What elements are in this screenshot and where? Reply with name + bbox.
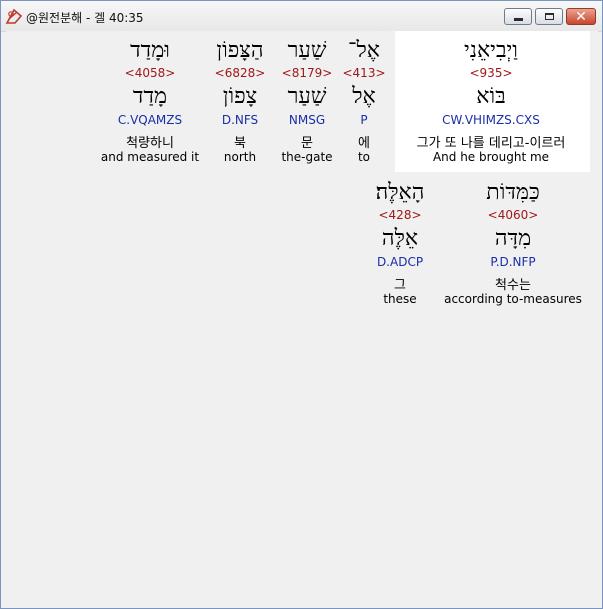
app-window: @원전분해 - 겔 40:35 ✕ וַיְבִיאֵנִי <935> בּו… xyxy=(0,0,603,609)
hebrew-lemma: מָדַד xyxy=(132,84,168,109)
hebrew-lemma: אֶל xyxy=(352,84,376,109)
hebrew-word: וּמָדַד xyxy=(130,38,170,63)
hebrew-lemma: אֵלֶּה xyxy=(381,226,419,251)
korean-translation: 문 xyxy=(301,136,313,151)
hebrew-lemma: שַׁעַר xyxy=(287,84,327,109)
strongs-number[interactable]: <935> xyxy=(469,66,512,80)
korean-translation: 척수는 xyxy=(495,278,531,293)
korean-translation: 에 xyxy=(358,136,370,151)
parse-code: D.NFS xyxy=(221,113,259,127)
hebrew-lemma: צָפוֹן xyxy=(222,84,258,109)
korean-translation: 북 xyxy=(234,136,246,151)
english-gloss: north xyxy=(223,150,257,164)
maximize-icon xyxy=(544,13,554,20)
hebrew-word: הַצָּפוֹן xyxy=(216,38,264,63)
parse-code: P xyxy=(360,113,368,127)
english-gloss: to xyxy=(357,150,371,164)
korean-translation: 척량하니 xyxy=(126,136,174,151)
interlinear-panel: וַיְבִיאֵנִי <935> בּוֹא CW.VHIMZS.CXS 그… xyxy=(6,31,598,603)
strongs-number[interactable]: <6828> xyxy=(215,66,266,80)
strongs-number[interactable]: <428> xyxy=(378,208,421,222)
english-gloss: the-gate xyxy=(281,150,333,164)
window-title: @원전분해 - 겔 40:35 xyxy=(26,11,144,25)
korean-translation: 그 xyxy=(394,278,406,293)
hebrew-word: וַיְבִיאֵנִי xyxy=(464,38,518,63)
parse-code: C.VQAMZS xyxy=(117,113,183,127)
hebrew-word: שַׁעַר xyxy=(287,38,327,63)
close-button[interactable]: ✕ xyxy=(566,8,596,25)
hebrew-lemma: מִדָּה xyxy=(494,226,532,251)
app-logo-icon xyxy=(5,8,23,24)
title-bar[interactable]: @원전분해 - 겔 40:35 ✕ xyxy=(1,1,602,32)
maximize-button[interactable] xyxy=(535,8,563,25)
hebrew-word: אֶל־ xyxy=(348,38,380,63)
parse-code: NMSG xyxy=(288,113,326,127)
parse-code: D.ADCP xyxy=(376,255,424,269)
strongs-number[interactable]: <4058> xyxy=(125,66,176,80)
minimize-button[interactable] xyxy=(504,8,532,25)
english-gloss: according to-measures xyxy=(444,292,582,306)
english-gloss: And he brought me xyxy=(432,150,550,164)
strongs-number[interactable]: <8179> xyxy=(282,66,333,80)
english-gloss: these xyxy=(383,292,417,306)
hebrew-word: כַּמִּדּוֹת xyxy=(486,180,540,205)
strongs-number[interactable]: <413> xyxy=(342,66,385,80)
strongs-number[interactable]: <4060> xyxy=(488,208,539,222)
korean-translation: 그가 또 나를 데리고-이르러 xyxy=(416,136,566,151)
parse-code: P.D.NFP xyxy=(490,255,536,269)
hebrew-lemma: בּוֹא xyxy=(476,84,506,109)
english-gloss: and measured it xyxy=(100,150,200,164)
parse-code: CW.VHIMZS.CXS xyxy=(442,113,540,127)
close-icon: ✕ xyxy=(575,8,587,25)
hebrew-word: הָאֵלֶּה׃ xyxy=(375,180,425,205)
minimize-icon xyxy=(513,18,523,21)
